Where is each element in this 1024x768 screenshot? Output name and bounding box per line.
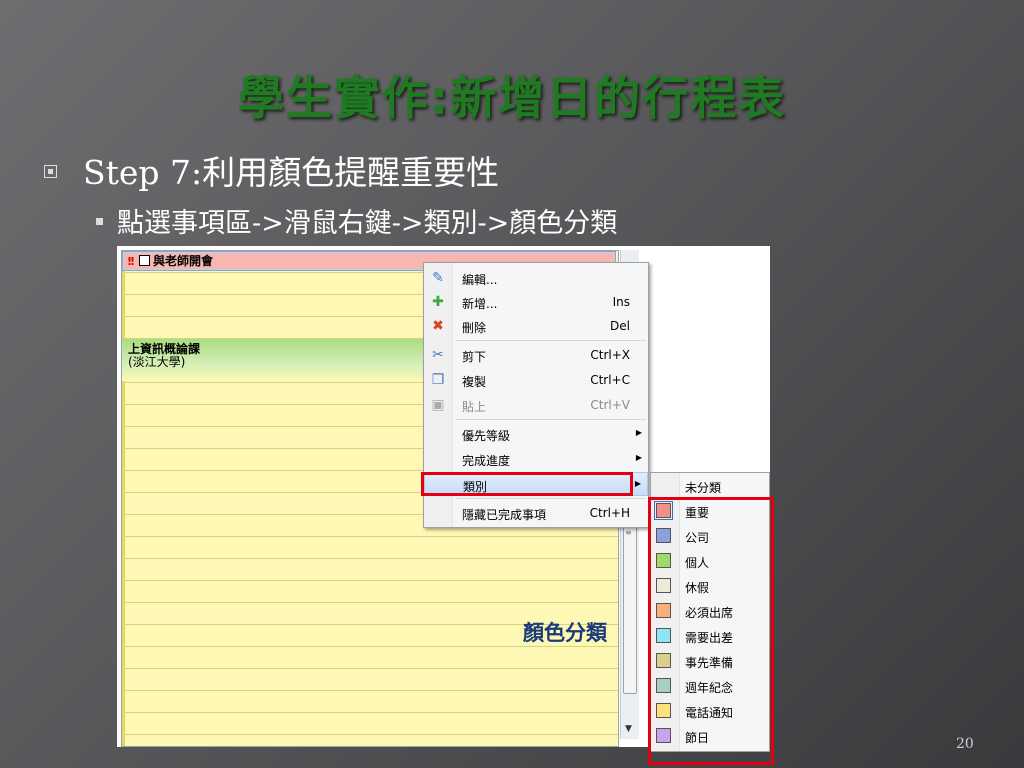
edit-icon: ✎	[432, 270, 444, 286]
importance-icon: !!	[127, 255, 135, 268]
submenu-arrow-icon: ▶	[635, 453, 642, 462]
scroll-down-icon[interactable]: ▼	[625, 724, 632, 734]
page-number: 20	[956, 736, 974, 752]
menu-item-copy[interactable]: ❐ 複製 Ctrl+C	[424, 368, 648, 392]
menu-item-progress[interactable]: 完成進度 ▶	[424, 447, 648, 471]
menu-item-label: 編輯...	[462, 273, 498, 287]
menu-item-shortcut: Ctrl+H	[589, 506, 630, 520]
category-label: 未分類	[685, 481, 722, 495]
bullet-step-text: Step 7:利用顏色提醒重要性	[83, 153, 500, 192]
menu-item-label: 貼上	[462, 400, 487, 414]
menu-separator	[456, 498, 646, 499]
menu-item-label: 剪下	[462, 350, 487, 364]
copy-icon: ❐	[431, 372, 445, 388]
menu-item-priority[interactable]: 優先等級 ▶	[424, 422, 648, 446]
appointment-meeting-title: 與老師開會	[153, 254, 214, 268]
square-bullet-icon	[44, 164, 57, 178]
menu-item-label: 隱藏已完成事項	[462, 508, 547, 522]
delete-icon: ✖	[432, 318, 444, 334]
menu-item-label: 新增...	[462, 297, 498, 311]
menu-item-new[interactable]: ✚ 新增... Ins	[424, 290, 648, 314]
bullet-step: Step 7:利用顏色提醒重要性	[44, 146, 499, 194]
menu-item-delete[interactable]: ✖ 刪除 Del	[424, 314, 648, 338]
menu-item-label: 刪除	[462, 321, 487, 335]
highlight-box-category	[421, 472, 633, 496]
paste-icon: ▣	[431, 397, 445, 413]
menu-item-label: 優先等級	[462, 429, 511, 443]
menu-separator	[456, 419, 646, 420]
menu-item-shortcut: Ctrl+C	[590, 373, 630, 387]
grip-icon: ≡	[625, 528, 632, 537]
submenu-arrow-icon: ▶	[634, 479, 641, 488]
menu-item-edit[interactable]: ✎ 編輯...	[424, 266, 648, 290]
menu-item-cut[interactable]: ✂ 剪下 Ctrl+X	[424, 343, 648, 367]
checkbox-icon[interactable]	[139, 255, 151, 266]
menu-item-hide-completed[interactable]: 隱藏已完成事項 Ctrl+H	[424, 501, 648, 525]
submenu-arrow-icon: ▶	[635, 428, 642, 437]
bullet-instruction: 點選事項區->滑鼠右鍵->類別->顏色分類	[96, 201, 617, 240]
highlight-box-colors	[648, 497, 774, 765]
small-square-bullet-icon	[96, 218, 103, 225]
menu-item-label: 完成進度	[462, 454, 511, 468]
menu-item-paste[interactable]: ▣ 貼上 Ctrl+V	[424, 393, 648, 417]
menu-separator	[456, 340, 646, 341]
annotation-label: 顏色分類	[523, 621, 607, 645]
menu-item-label: 複製	[462, 375, 487, 389]
menu-item-shortcut: Ins	[612, 295, 630, 309]
bullet-instruction-text: 點選事項區->滑鼠右鍵->類別->顏色分類	[117, 208, 618, 239]
scissors-icon: ✂	[432, 347, 444, 363]
plus-icon: ✚	[432, 294, 444, 310]
timeline-edge	[122, 251, 125, 746]
scrollbar-thumb[interactable]	[623, 520, 637, 694]
slide-title: 學生實作:新增日的行程表	[237, 71, 787, 125]
menu-item-shortcut: Ctrl+X	[590, 348, 630, 362]
menu-item-shortcut: Del	[610, 319, 630, 333]
menu-item-shortcut: Ctrl+V	[590, 398, 630, 412]
category-item-uncategorized[interactable]: 未分類	[651, 474, 769, 499]
